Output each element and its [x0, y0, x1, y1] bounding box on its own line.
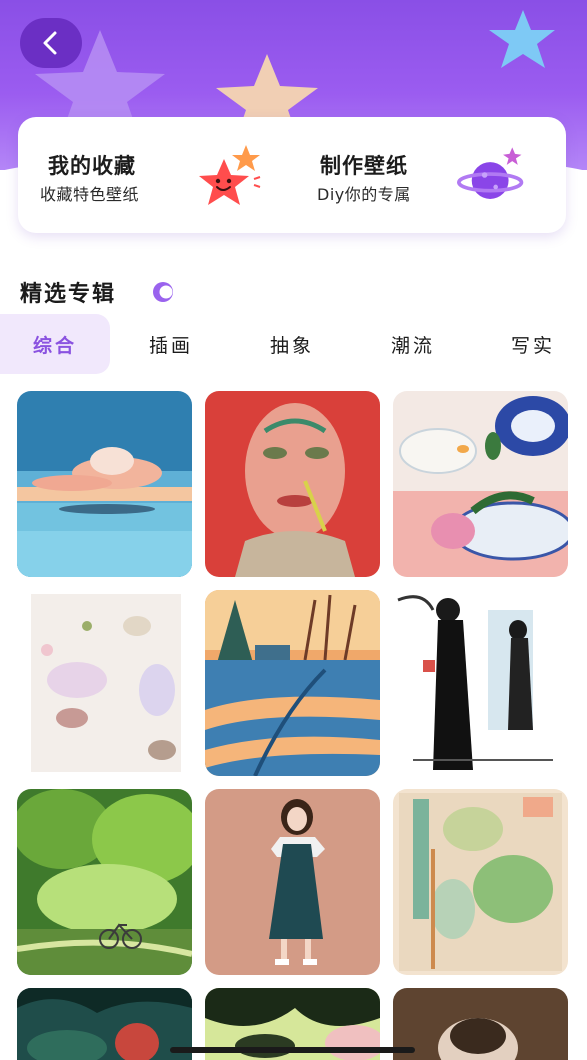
- back-button[interactable]: [20, 18, 82, 68]
- feature-title: 我的收藏: [48, 154, 136, 178]
- tab-illustration[interactable]: 插画: [116, 314, 226, 374]
- dark-foliage-scene-image: [17, 988, 192, 1060]
- blue-white-porcelain-flowers-image: [393, 391, 568, 577]
- wallpaper-tile[interactable]: [17, 391, 192, 577]
- brown-portrait-scene-image: [393, 988, 568, 1060]
- feature-title: 制作壁纸: [320, 154, 408, 178]
- tab-comprehensive[interactable]: 综合: [0, 314, 110, 374]
- my-favorites-button[interactable]: 我的收藏 收藏特色壁纸: [18, 117, 292, 233]
- feature-subtitle: 收藏特色壁纸: [40, 185, 140, 204]
- wallpaper-tile[interactable]: [205, 391, 380, 577]
- girl-in-green-dress-image: [205, 789, 380, 975]
- wallpaper-tile[interactable]: [393, 391, 568, 577]
- home-indicator[interactable]: [170, 1047, 415, 1053]
- wallpaper-tile[interactable]: [205, 789, 380, 975]
- category-tabs: 综合 插画 抽象 潮流 写实: [0, 314, 587, 374]
- wallpaper-tile[interactable]: [393, 988, 568, 1060]
- tab-abstract[interactable]: 抽象: [237, 314, 347, 374]
- planet-icon: [457, 147, 524, 199]
- wallpaper-tile[interactable]: [17, 789, 192, 975]
- tab-realistic[interactable]: 写实: [478, 314, 587, 374]
- decorative-star-icon: [489, 10, 555, 68]
- feature-card: 我的收藏 收藏特色壁纸 制作壁纸 Diy你的专属: [18, 117, 566, 233]
- green-forest-bicycle-image: [17, 789, 192, 975]
- woman-in-black-dress-sketch-image: [393, 590, 568, 776]
- painted-face-portrait-image: [205, 391, 380, 577]
- wallpaper-tile[interactable]: [17, 988, 192, 1060]
- make-wallpaper-button[interactable]: 制作壁纸 Diy你的专属: [292, 117, 566, 233]
- abstract-green-drips-image: [393, 789, 568, 975]
- wallpaper-tile[interactable]: [393, 590, 568, 776]
- wallpaper-tile[interactable]: [205, 590, 380, 776]
- smiling-star-icon: [199, 145, 261, 205]
- whale-in-clouds-image: [17, 391, 192, 577]
- feature-subtitle: Diy你的专属: [317, 185, 411, 204]
- abstract-watercolor-stains-image: [17, 590, 192, 776]
- chevron-left-icon: [43, 31, 57, 55]
- section-title: 精选专辑: [20, 282, 117, 307]
- crescent-icon: [153, 282, 173, 302]
- wallpaper-tile[interactable]: [393, 789, 568, 975]
- snowy-road-sunset-image: [205, 590, 380, 776]
- tab-trend[interactable]: 潮流: [358, 314, 468, 374]
- wallpaper-tile[interactable]: [17, 590, 192, 776]
